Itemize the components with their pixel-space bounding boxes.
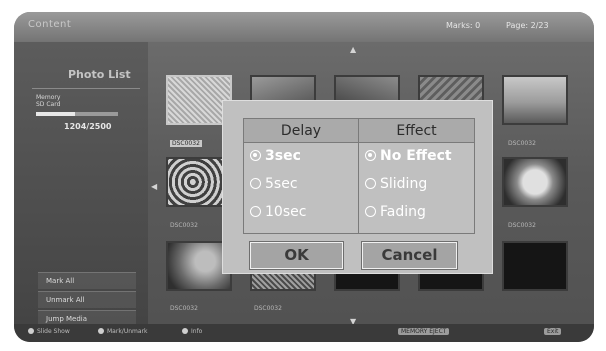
delay-header: Delay: [244, 119, 358, 143]
ok-button[interactable]: OK: [249, 241, 344, 270]
play-button-icon: [28, 328, 34, 334]
thumbnail-caption: DSC0032: [508, 222, 536, 229]
effect-option-no-effect[interactable]: No Effect: [365, 147, 452, 165]
page-indicator: Page: 2/23: [506, 21, 549, 30]
effect-option-label: Sliding: [380, 176, 428, 192]
app-title: Content: [28, 19, 72, 30]
mark-unmark-label: Mark/Unmark: [107, 328, 148, 335]
memory-usage-fill: [36, 112, 76, 116]
memory-label-line1: Memory: [36, 94, 61, 101]
slideshow-settings-dialog: Delay 3sec 5sec 10sec Effect No Effect S…: [222, 100, 493, 274]
thumbnail-caption: DSC0032: [170, 140, 202, 147]
memory-label-line2: SD Card: [36, 101, 61, 108]
marks-count: Marks: 0: [446, 21, 481, 30]
scroll-up-icon[interactable]: ▲: [350, 45, 356, 54]
effect-option-label: No Effect: [380, 148, 452, 164]
radio-selected-icon: [365, 150, 376, 161]
delay-column: Delay 3sec 5sec 10sec: [244, 119, 359, 233]
thumbnail-caption: DSC0032: [170, 222, 198, 229]
delay-option-label: 3sec: [265, 148, 301, 164]
thumbnail-caption: DSC0032: [508, 140, 536, 147]
thumbnail[interactable]: [502, 157, 568, 207]
info-label: Info: [191, 328, 203, 335]
scroll-left-icon[interactable]: ◀: [151, 182, 157, 191]
effect-option-label: Fading: [380, 204, 426, 220]
effect-option-fading[interactable]: Fading: [365, 203, 426, 221]
radio-selected-icon: [250, 150, 261, 161]
delay-option-10sec[interactable]: 10sec: [250, 203, 306, 221]
info-button-icon: [182, 328, 188, 334]
left-panel: Photo List Memory SD Card 1204/2500 Mark…: [14, 42, 148, 327]
exit-hint[interactable]: Exit: [544, 328, 562, 335]
settings-table: Delay 3sec 5sec 10sec Effect No Effect S…: [243, 118, 475, 234]
yellow-button-icon: [98, 328, 104, 334]
info-hint[interactable]: Info: [182, 328, 202, 335]
slide-show-hint[interactable]: Slide Show: [28, 328, 70, 335]
bottom-bar: Slide Show Mark/Unmark Info MEMORY EJECT…: [14, 324, 594, 342]
memory-label: Memory SD Card: [36, 94, 60, 108]
photo-list-title: Photo List: [68, 68, 131, 81]
radio-icon: [365, 178, 376, 189]
thumbnail-empty: [502, 241, 568, 291]
exit-badge: Exit: [544, 328, 562, 335]
mark-all-button[interactable]: Mark All: [38, 272, 136, 289]
effect-column: Effect No Effect Sliding Fading: [359, 119, 474, 233]
unmark-all-button[interactable]: Unmark All: [38, 291, 136, 308]
delay-option-3sec[interactable]: 3sec: [250, 147, 301, 165]
effect-option-sliding[interactable]: Sliding: [365, 175, 427, 193]
memory-usage-bar: [36, 112, 118, 116]
top-bar: Content Marks: 0 Page: 2/23: [14, 12, 594, 42]
memory-eject-hint[interactable]: MEMORY EJECT: [398, 328, 450, 335]
mark-unmark-hint[interactable]: Mark/Unmark: [98, 328, 147, 335]
thumbnail[interactable]: [502, 75, 568, 125]
delay-option-5sec[interactable]: 5sec: [250, 175, 298, 193]
thumbnail-caption: DSC0032: [170, 305, 198, 312]
thumbnail-caption: DSC0032: [254, 305, 282, 312]
cancel-button[interactable]: Cancel: [361, 241, 458, 270]
divider: [32, 88, 140, 89]
memory-eject-badge: MEMORY EJECT: [398, 328, 450, 335]
radio-icon: [250, 178, 261, 189]
effect-header: Effect: [359, 119, 474, 143]
delay-option-label: 5sec: [265, 176, 298, 192]
radio-icon: [365, 206, 376, 217]
photo-count: 1204/2500: [64, 122, 112, 131]
delay-option-label: 10sec: [265, 204, 307, 220]
radio-icon: [250, 206, 261, 217]
slide-show-label: Slide Show: [37, 328, 70, 335]
